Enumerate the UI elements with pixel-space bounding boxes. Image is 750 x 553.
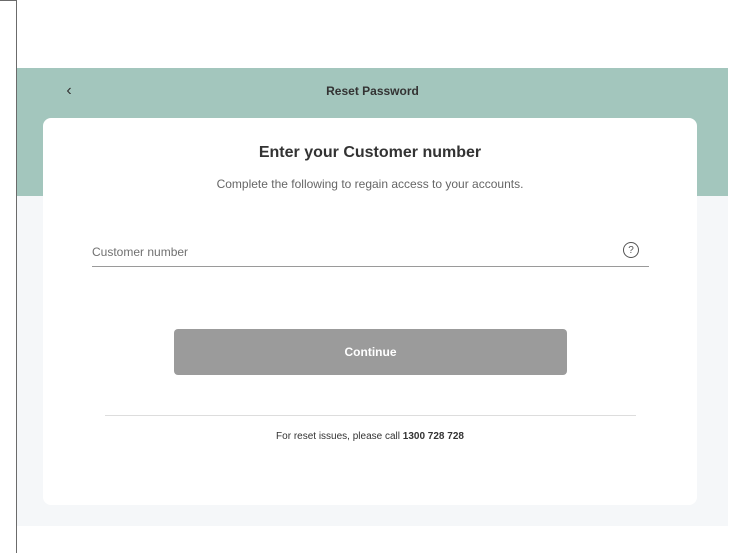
card-subheading: Complete the following to regain access … <box>216 177 524 191</box>
continue-button[interactable]: Continue <box>174 329 567 375</box>
footer-note: For reset issues, please call 1300 728 7… <box>43 431 697 442</box>
card-heading: Enter your Customer number <box>258 144 482 161</box>
support-phone-number: 1300 728 728 <box>402 431 464 442</box>
page-title: Reset Password <box>326 84 419 98</box>
customer-number-input[interactable] <box>92 242 592 262</box>
help-icon[interactable]: ? <box>623 242 639 258</box>
footer-divider <box>105 415 636 416</box>
footer-text: For reset issues, please call <box>276 431 403 442</box>
reset-card: Enter your Customer number Complete the … <box>43 118 697 505</box>
customer-number-field: ? <box>92 242 649 267</box>
question-mark-icon: ? <box>628 244 634 256</box>
